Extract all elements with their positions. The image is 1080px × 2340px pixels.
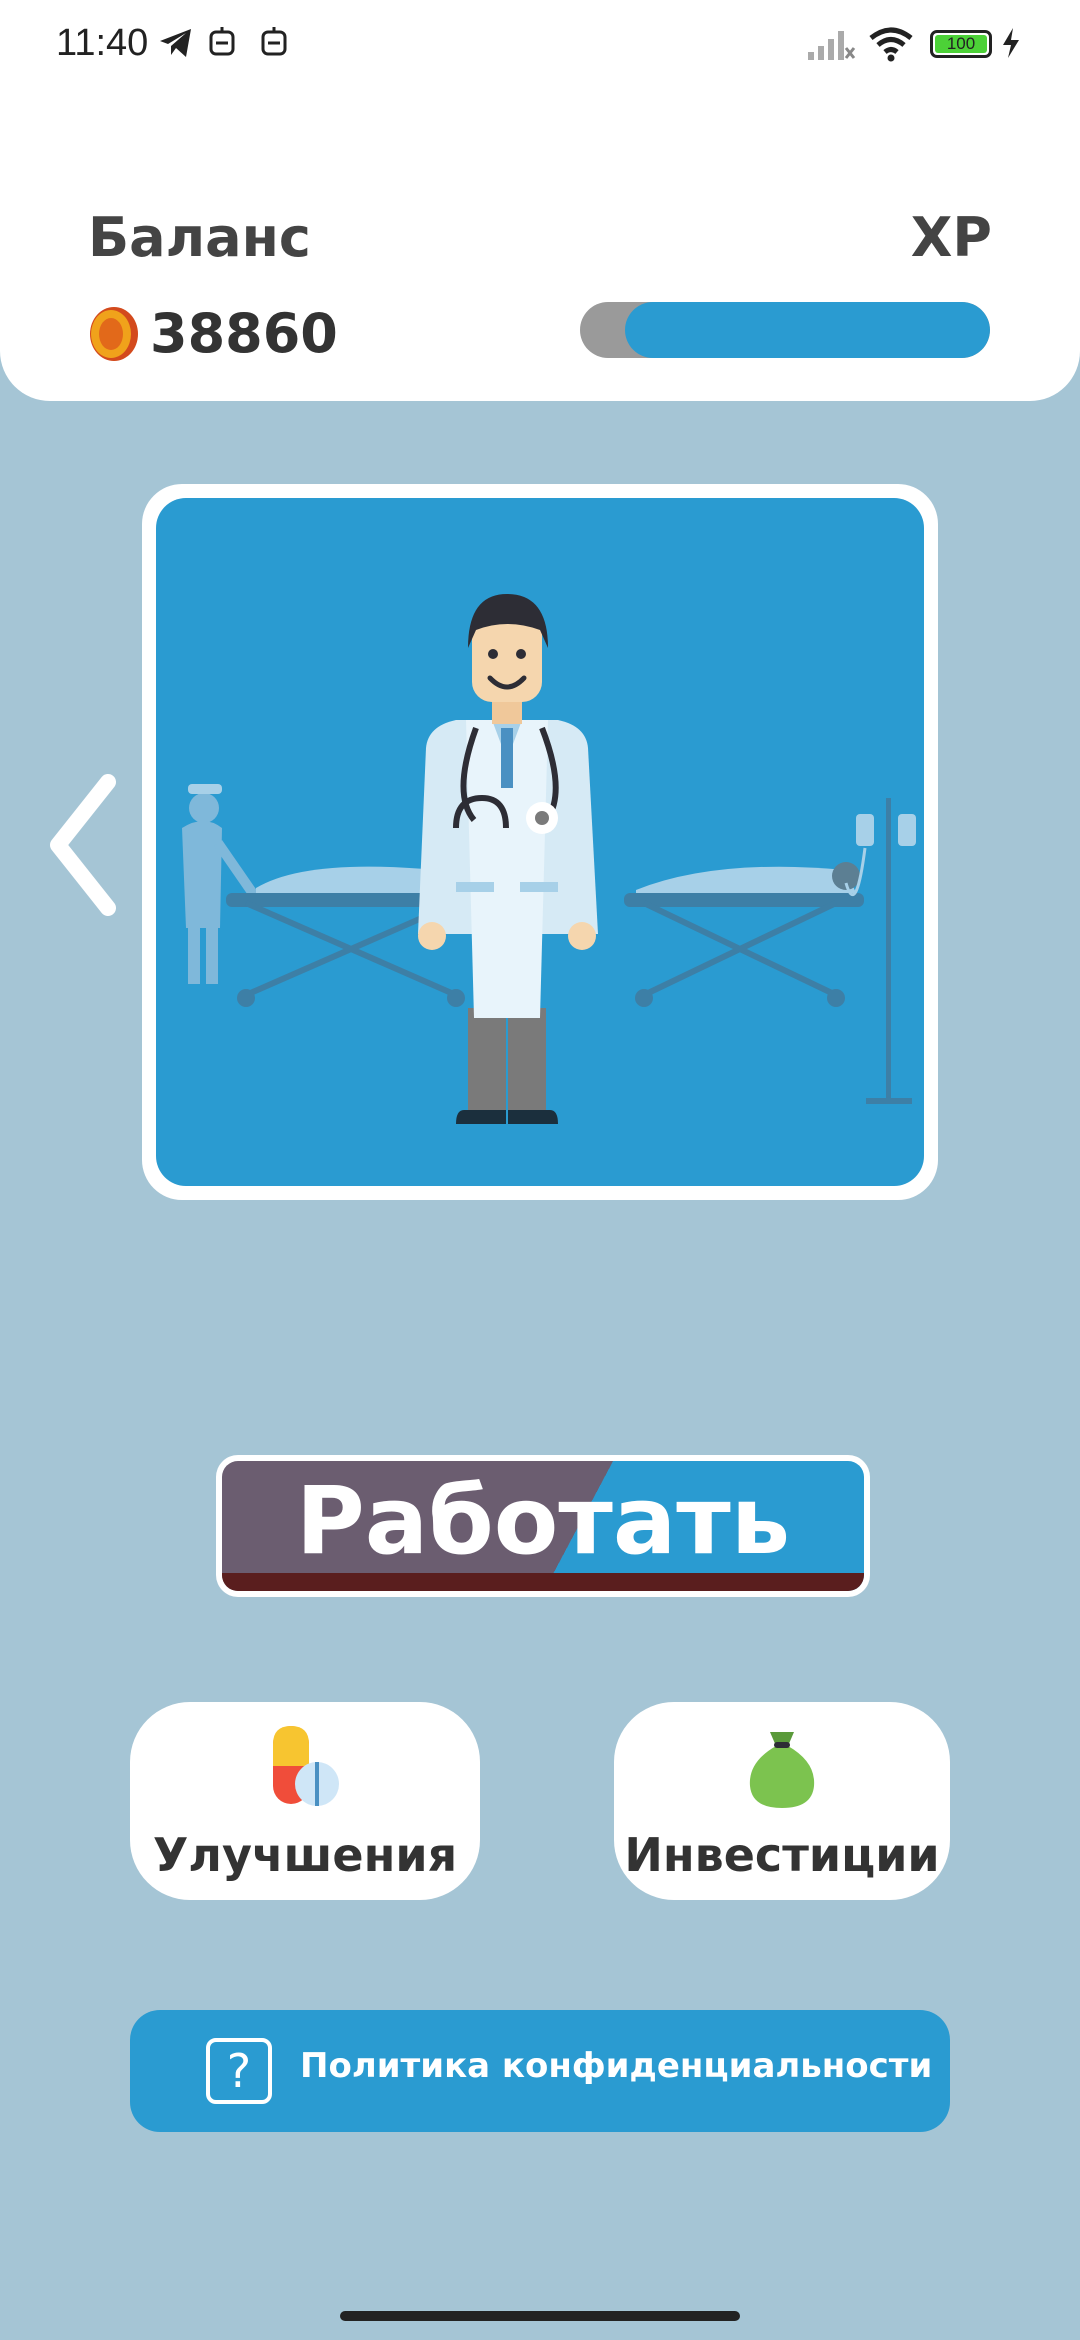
telegram-icon bbox=[160, 29, 191, 57]
work-button[interactable]: Работать bbox=[216, 1455, 870, 1597]
xp-progress-bar bbox=[580, 302, 990, 358]
robot-icon bbox=[261, 27, 287, 56]
upgrades-button[interactable]: Улучшения bbox=[130, 1702, 480, 1900]
stretcher-right bbox=[624, 862, 864, 1007]
balance-label: Баланс bbox=[88, 206, 311, 269]
pill-icon bbox=[273, 1726, 339, 1806]
charging-icon bbox=[1003, 28, 1019, 58]
job-scene-card bbox=[142, 484, 938, 1200]
balance-value: 38860 bbox=[150, 302, 338, 365]
home-indicator[interactable] bbox=[340, 2311, 740, 2321]
money-bag-icon bbox=[749, 1732, 815, 1808]
work-button-face: Работать bbox=[222, 1461, 864, 1591]
doctor-figure bbox=[418, 594, 598, 1124]
xp-label: XP bbox=[910, 206, 992, 269]
privacy-policy-label: Политика конфиденциальности bbox=[300, 2046, 933, 2086]
upgrades-label: Улучшения bbox=[152, 1828, 458, 1882]
chevron-left-icon[interactable] bbox=[46, 770, 126, 920]
coin-icon bbox=[90, 307, 138, 361]
status-time: 11:40 bbox=[56, 22, 149, 64]
investments-label: Инвестиции bbox=[624, 1828, 940, 1882]
signal-icon bbox=[808, 31, 856, 60]
robot-icon bbox=[209, 27, 235, 56]
question-icon: ? bbox=[206, 2038, 272, 2104]
nurse-figure bbox=[182, 784, 261, 984]
iv-stand bbox=[844, 798, 916, 1104]
battery-icon: 100 bbox=[930, 30, 992, 58]
investments-button[interactable]: Инвестиции bbox=[614, 1702, 950, 1900]
status-bar: 11:40 100 bbox=[0, 0, 1080, 96]
work-button-label: Работать bbox=[295, 1467, 791, 1576]
doctor-hospital-illustration bbox=[156, 498, 924, 1186]
privacy-policy-button[interactable]: ? Политика конфиденциальности bbox=[130, 2010, 950, 2132]
xp-progress-fill bbox=[625, 302, 990, 358]
wifi-icon bbox=[869, 27, 913, 62]
battery-level: 100 bbox=[935, 35, 987, 53]
